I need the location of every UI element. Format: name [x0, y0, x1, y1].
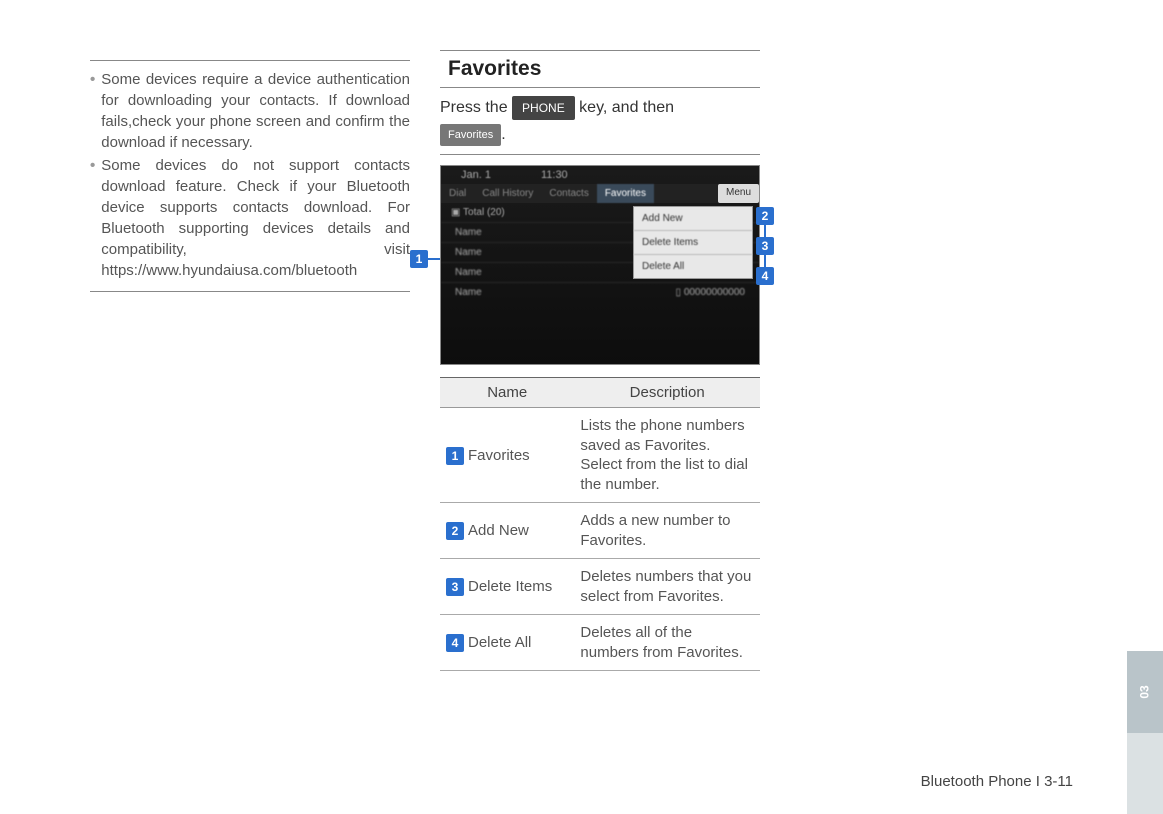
- callout-line: [428, 258, 440, 260]
- status-bar: Jan. 1 11:30: [441, 166, 759, 184]
- row-desc: Deletes numbers that you select from Fav…: [574, 559, 760, 615]
- bullet-text: Some devices require a device authentica…: [101, 69, 410, 153]
- favorites-key-icon: Favorites: [440, 124, 501, 147]
- screenshot-wrapper: 1 Jan. 1 11:30 Dial Call History Contact…: [440, 165, 760, 365]
- dropdown-delete-all: Delete All: [634, 255, 752, 278]
- row-name: Delete Items: [468, 578, 552, 595]
- page-body: • Some devices require a device authenti…: [0, 0, 1163, 711]
- row-desc: Adds a new number to Favorites.: [574, 503, 760, 559]
- callout-badge-1: 1: [410, 250, 428, 268]
- table-row: 2Add New Adds a new number to Favorites.: [440, 503, 760, 559]
- bullet-item: • Some devices do not support contacts d…: [90, 155, 410, 281]
- row-badge: 4: [446, 634, 464, 652]
- dropdown-add-new: Add New: [634, 207, 752, 231]
- row-desc: Lists the phone numbers saved as Favorit…: [574, 408, 760, 503]
- table-row: 3Delete Items Deletes numbers that you s…: [440, 559, 760, 615]
- instruction-text: Press the: [440, 99, 512, 116]
- side-tab: 03: [1127, 0, 1163, 814]
- dropdown-delete-items: Delete Items: [634, 231, 752, 255]
- callout-line: [764, 255, 766, 267]
- bullet-dot-icon: •: [90, 155, 95, 281]
- status-time: 11:30: [541, 169, 568, 181]
- instruction-text: .: [501, 126, 505, 143]
- bullet-text: Some devices do not support contacts dow…: [101, 155, 410, 281]
- row-badge: 2: [446, 522, 464, 540]
- chapter-tab: 03: [1127, 651, 1163, 732]
- tab-dial: Dial: [441, 184, 474, 203]
- bullet-item: • Some devices require a device authenti…: [90, 69, 410, 153]
- bullet-dot-icon: •: [90, 69, 95, 153]
- table-head-name: Name: [440, 378, 574, 408]
- page-footer: Bluetooth Phone I 3-11: [921, 773, 1073, 790]
- callout-badge-3: 3: [756, 237, 774, 255]
- instruction-text: key, and then: [579, 99, 674, 116]
- instruction-line: Press the PHONE key, and then Favorites.: [440, 88, 760, 155]
- bullet-list: • Some devices require a device authenti…: [90, 60, 410, 292]
- row-badge: 1: [446, 447, 464, 465]
- dropdown-menu: Add New Delete Items Delete All: [633, 206, 753, 279]
- right-column: Favorites Press the PHONE key, and then …: [440, 60, 760, 671]
- callout-line: [764, 225, 766, 237]
- row-desc: Deletes all of the numbers from Favorite…: [574, 615, 760, 671]
- table-row: 1Favorites Lists the phone numbers saved…: [440, 408, 760, 503]
- callout-badge-2: 2: [756, 207, 774, 225]
- row-name: Add New: [468, 522, 529, 539]
- row-name: Favorites: [468, 447, 530, 464]
- section-title: Favorites: [440, 50, 760, 88]
- menu-button: Menu: [718, 184, 759, 203]
- table-head-desc: Description: [574, 378, 760, 408]
- phone-key-icon: PHONE: [512, 96, 575, 120]
- status-date: Jan. 1: [461, 169, 491, 181]
- row-name: Delete All: [468, 634, 531, 651]
- callout-badge-4: 4: [756, 267, 774, 285]
- tab-bar: Dial Call History Contacts Favorites Men…: [441, 184, 759, 203]
- left-column: • Some devices require a device authenti…: [90, 60, 410, 671]
- tab-call-history: Call History: [474, 184, 541, 203]
- device-screenshot: Jan. 1 11:30 Dial Call History Contacts …: [440, 165, 760, 365]
- tab-contacts: Contacts: [541, 184, 596, 203]
- tab-favorites: Favorites: [597, 184, 654, 203]
- list-item: Name▯ 00000000000: [441, 282, 759, 302]
- table-row: 4Delete All Deletes all of the numbers f…: [440, 615, 760, 671]
- row-badge: 3: [446, 578, 464, 596]
- desc-table: Name Description 1Favorites Lists the ph…: [440, 377, 760, 671]
